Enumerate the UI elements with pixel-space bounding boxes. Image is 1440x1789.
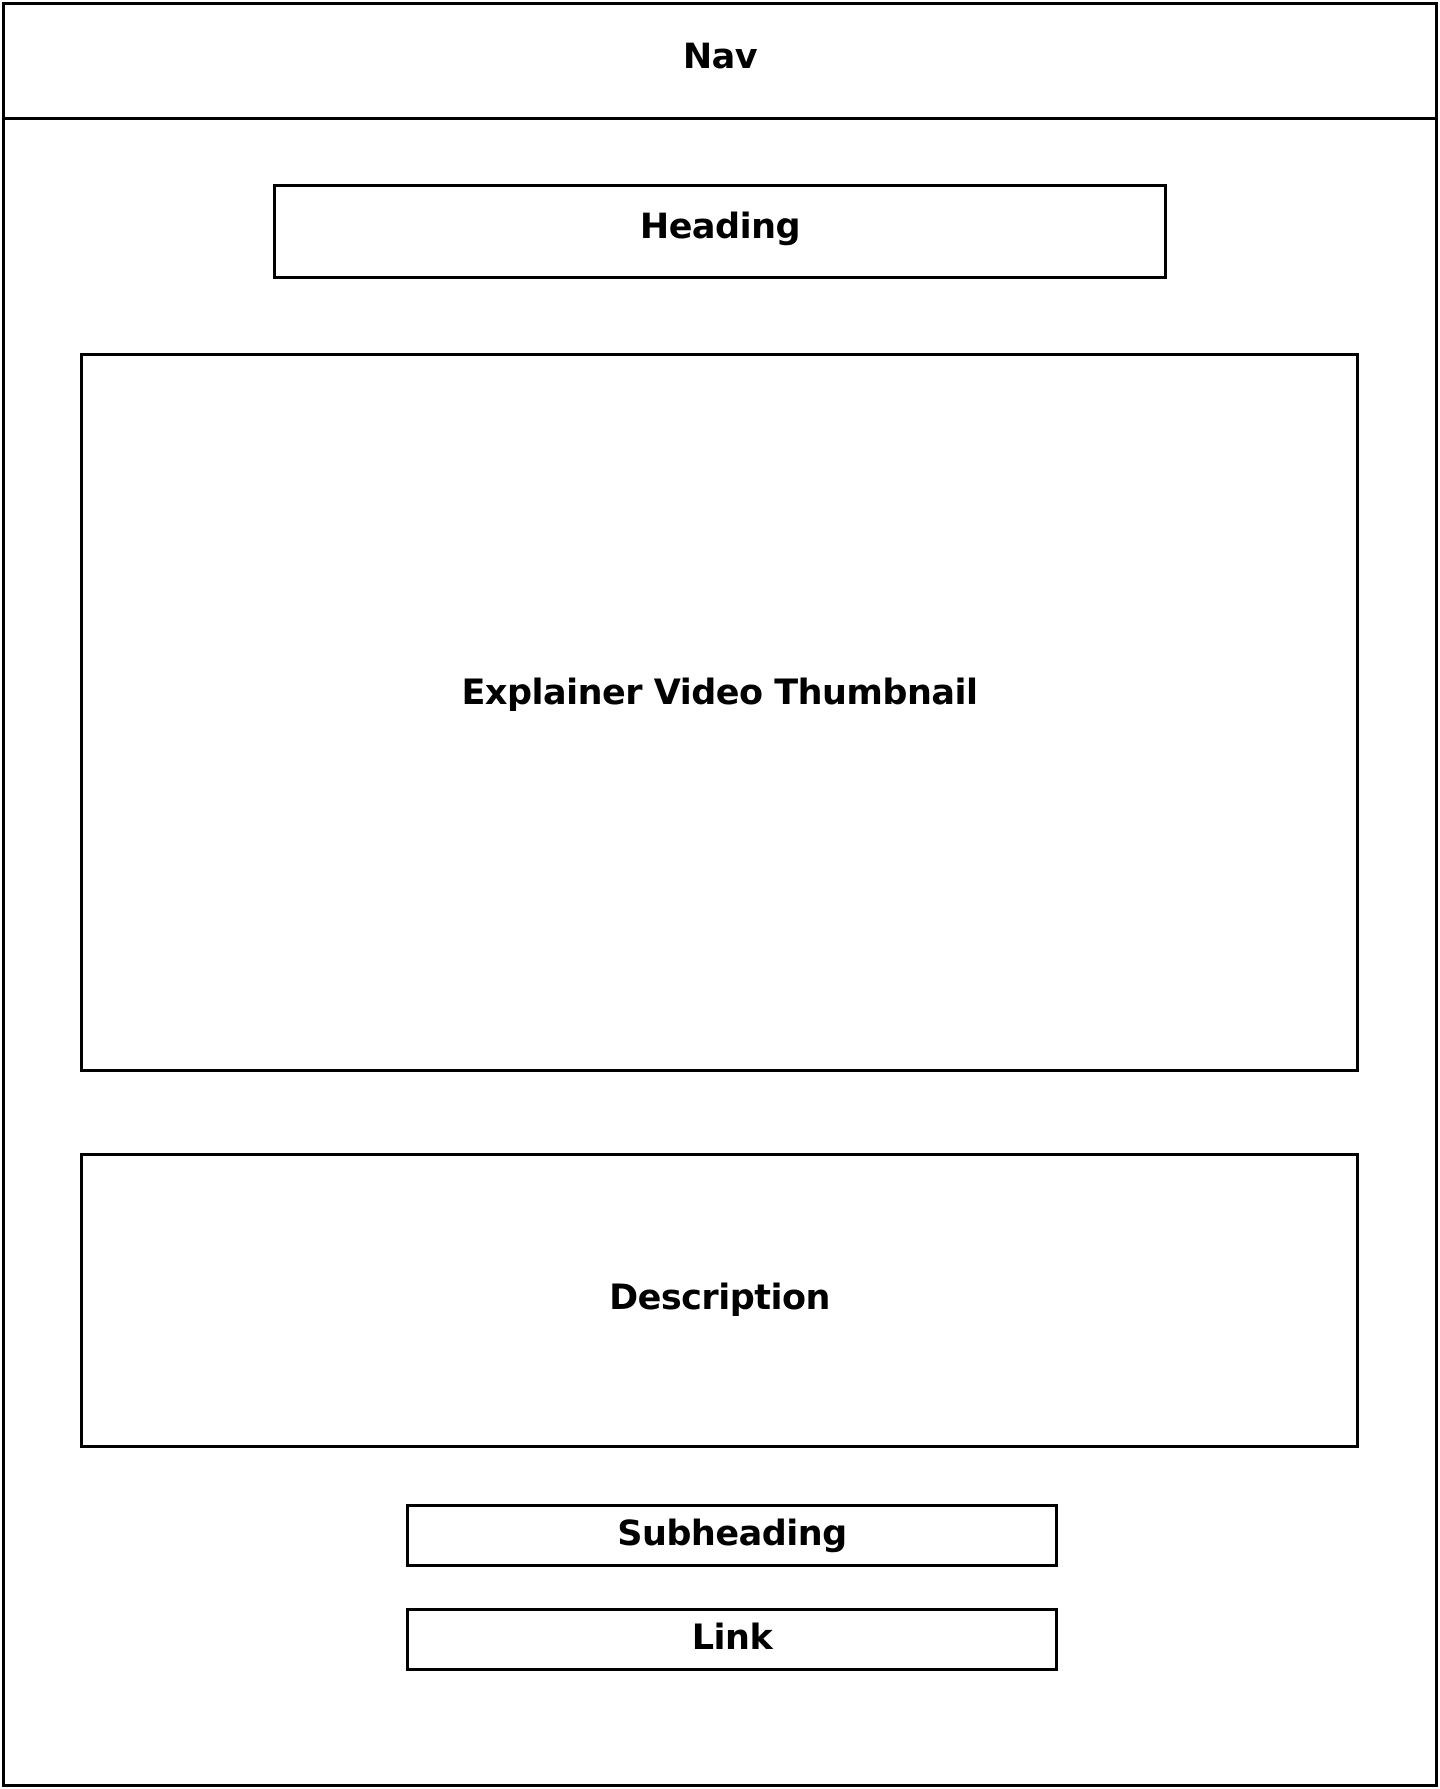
- heading-block: Heading: [273, 184, 1167, 279]
- heading-label: Heading: [639, 206, 801, 247]
- description-label: Description: [609, 1277, 830, 1318]
- link-block[interactable]: Link: [406, 1608, 1058, 1671]
- nav-bar[interactable]: Nav: [2, 2, 1438, 120]
- description-block: Description: [80, 1153, 1359, 1448]
- nav-label: Nav: [682, 37, 758, 77]
- subheading-label: Subheading: [617, 1513, 847, 1554]
- link-label: Link: [691, 1617, 773, 1658]
- explainer-video-thumbnail[interactable]: Explainer Video Thumbnail: [80, 353, 1359, 1072]
- subheading-block: Subheading: [406, 1504, 1058, 1567]
- thumbnail-label: Explainer Video Thumbnail: [461, 672, 978, 713]
